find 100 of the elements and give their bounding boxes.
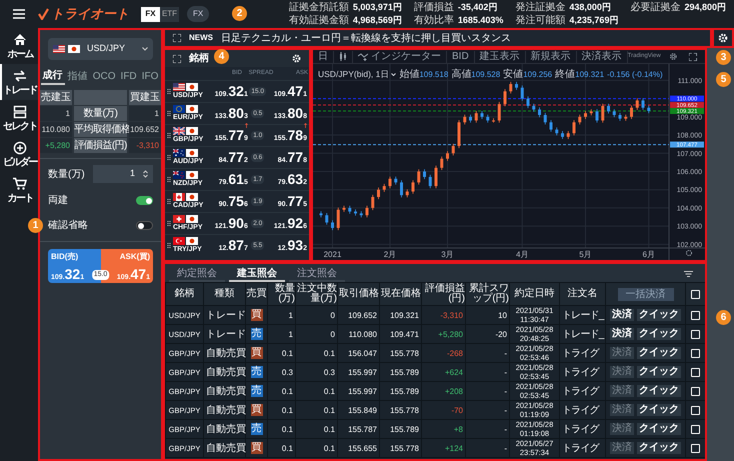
- table-cell: 110.080: [40, 122, 72, 137]
- table-cell: 0.1: [268, 420, 296, 438]
- quantity-field[interactable]: 1: [93, 165, 153, 183]
- quick-button[interactable]: クイック: [637, 385, 681, 397]
- candlestick: [480, 110, 484, 120]
- candlestick: [509, 81, 512, 94]
- settings-button[interactable]: [712, 28, 734, 48]
- quick-button[interactable]: クイック: [637, 328, 681, 340]
- nav-item[interactable]: ビルダー: [0, 136, 38, 172]
- side-badge: 売: [250, 328, 262, 340]
- toolbar-button[interactable]: 日: [313, 50, 334, 62]
- checkbox[interactable]: [691, 310, 700, 320]
- toggle-switch[interactable]: [136, 196, 153, 205]
- toggle-switch[interactable]: [136, 221, 153, 230]
- quote-label: ASK(買): [120, 251, 150, 263]
- candlestick: [584, 110, 587, 120]
- nav-item[interactable]: セレクト: [0, 100, 38, 136]
- fullscreen-icon[interactable]: [689, 52, 697, 60]
- table-cell: 自動売買: [204, 382, 246, 400]
- stepper-icon[interactable]: [143, 170, 148, 178]
- table-cell: -: [466, 420, 510, 438]
- quick-button[interactable]: クイック: [637, 366, 681, 378]
- market-tab[interactable]: FX: [141, 6, 160, 22]
- candlestick: [590, 108, 593, 116]
- candlestick: [463, 114, 466, 125]
- settings-icon[interactable]: [685, 249, 693, 257]
- drag-handle-icon[interactable]: [167, 220, 171, 227]
- drag-handle-icon[interactable]: [167, 176, 171, 183]
- table-cell: トライグ: [560, 382, 606, 400]
- table-cell: +5,280: [40, 138, 72, 153]
- quick-button[interactable]: クイック: [637, 309, 681, 321]
- quick-button[interactable]: クイック: [637, 423, 681, 435]
- table-cell: -70: [422, 400, 466, 420]
- table-cell: -: [466, 344, 510, 362]
- settle-button[interactable]: 決済: [610, 328, 634, 340]
- table-cell: 0: [296, 306, 338, 324]
- settings-icon[interactable]: [668, 52, 678, 61]
- drag-handle-icon[interactable]: [167, 198, 171, 205]
- checkbox[interactable]: [691, 386, 700, 396]
- expand-icon[interactable]: [173, 34, 181, 42]
- axis-label: 2月: [384, 250, 396, 259]
- side-badge: 買: [250, 442, 262, 454]
- table-cell: 109.652: [129, 122, 161, 137]
- candlestick: [458, 120, 460, 149]
- nav-item[interactable]: ホーム: [0, 28, 38, 64]
- candlestick: [532, 103, 536, 112]
- drag-handle-icon[interactable]: [167, 88, 171, 95]
- panel-title: 銘柄: [189, 52, 209, 66]
- quantity-label: 数量(万): [48, 168, 85, 182]
- table-cell: 1: [268, 324, 296, 344]
- candlestick: [452, 143, 455, 156]
- checkbox[interactable]: [691, 330, 700, 339]
- stat-value: 4,968,569円: [352, 14, 402, 26]
- order-type-tab[interactable]: OCO: [90, 68, 118, 85]
- news-headline[interactable]: 日足テクニカル・ユーロ円＝転換線を支持に押し目買いスタンス: [221, 30, 511, 46]
- nav-item[interactable]: カート: [0, 172, 38, 208]
- indicator-button[interactable]: インジケーター: [353, 50, 447, 62]
- quick-button[interactable]: クイック: [637, 404, 681, 416]
- order-type-tab[interactable]: IFD: [118, 68, 139, 85]
- table-cell: 155.789: [380, 362, 422, 382]
- checkbox[interactable]: [691, 406, 700, 415]
- settle-button[interactable]: 決済: [610, 309, 634, 321]
- axis-label: 3月: [441, 250, 454, 259]
- table-cell: 0.1: [296, 420, 338, 438]
- nav-item[interactable]: トレード: [0, 64, 38, 100]
- table-cell: 0.1: [296, 438, 338, 458]
- market-tab[interactable]: ETF: [160, 6, 179, 22]
- drag-handle-icon[interactable]: [167, 154, 171, 161]
- pair-selector[interactable]: USD/JPY: [48, 38, 153, 60]
- caret-icon: [391, 73, 396, 76]
- quick-button[interactable]: クイック: [637, 442, 681, 454]
- menu-icon[interactable]: [13, 9, 25, 19]
- bulk-settle-button[interactable]: 一括決済: [618, 288, 674, 300]
- column-header: 売買: [246, 282, 268, 306]
- toolbar-button[interactable]: 決済表示: [576, 50, 628, 62]
- flag-icon: [68, 45, 80, 53]
- table-cell: 155.778: [380, 400, 422, 420]
- table-cell: 0.3: [268, 362, 296, 382]
- checkbox[interactable]: [691, 424, 700, 434]
- candlestick: [336, 207, 340, 231]
- order-type-tab[interactable]: 成行: [40, 68, 65, 85]
- toolbar-button[interactable]: 新規表示: [526, 50, 577, 62]
- drag-handle-icon[interactable]: [167, 132, 171, 139]
- table-cell: 155.778: [380, 438, 422, 458]
- expand-icon[interactable]: [173, 54, 181, 62]
- checkbox[interactable]: [691, 368, 700, 377]
- drag-handle-icon[interactable]: [167, 242, 171, 249]
- checkbox[interactable]: [691, 290, 700, 299]
- filter-icon[interactable]: [684, 271, 693, 277]
- symbol-selector[interactable]: USD/JPY(bid), 1日: [318, 68, 396, 81]
- candlestick: [647, 105, 650, 114]
- checkbox[interactable]: [691, 348, 700, 358]
- checkbox[interactable]: [691, 444, 700, 453]
- quick-button[interactable]: クイック: [637, 347, 681, 359]
- toolbar-button[interactable]: BID: [447, 50, 475, 62]
- drag-handle-icon[interactable]: [167, 110, 171, 117]
- column-header: 銘柄: [166, 282, 204, 306]
- toolbar-button[interactable]: 建玉表示: [474, 50, 526, 62]
- order-type-tab[interactable]: 指値: [66, 68, 90, 85]
- order-type-tab[interactable]: IFO: [140, 68, 160, 85]
